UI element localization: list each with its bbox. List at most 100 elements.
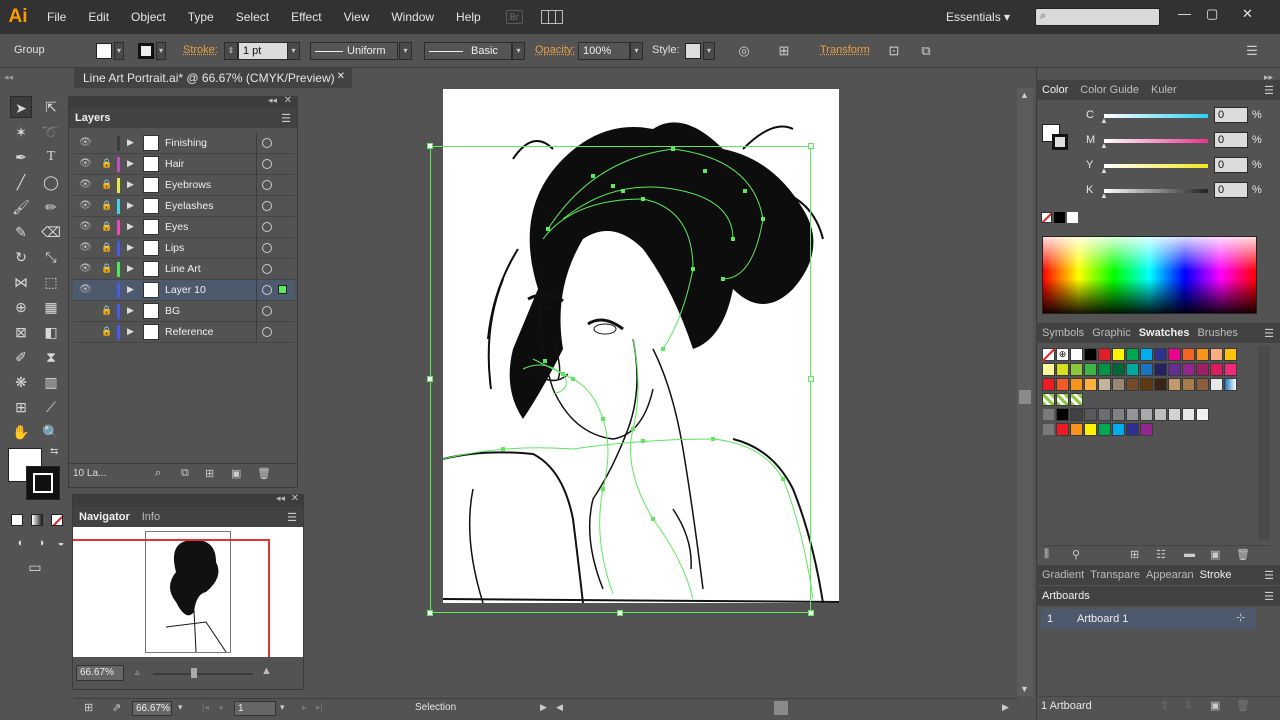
menu-effect[interactable]: Effect [280,0,332,34]
locate-object-icon[interactable]: ⌕ [155,467,161,480]
swatch-options-icon[interactable]: ⊞ [1130,548,1139,561]
pencil-tool-icon[interactable]: ✏ [40,196,62,218]
swatch[interactable] [1041,348,1056,362]
layer-row[interactable]: 👁 ▶ Finishing [73,133,295,154]
stroke-menu-icon[interactable]: ☰ [1264,569,1274,582]
tab-swatches[interactable]: Swatches [1139,327,1190,339]
swatch[interactable] [1098,363,1111,376]
lock-icon[interactable]: 🔒 [101,200,112,212]
stroke-stepper[interactable]: ⇕ [224,42,238,60]
variable-width-profile[interactable]: Uniform [310,42,398,60]
move-up-icon[interactable]: ⇧ [1160,699,1169,712]
swatch[interactable] [1182,363,1195,376]
new-layer-icon[interactable]: ▣ [231,467,241,480]
close-panel-icon[interactable]: ✕ [284,95,292,106]
artboard-options-icon[interactable]: ⊹ [1236,611,1245,624]
swatch-list-icon[interactable]: ☷ [1156,548,1166,561]
artboards-menu-icon[interactable]: ☰ [1264,590,1274,603]
channel-slider[interactable] [1104,189,1208,193]
slice-tool-icon[interactable]: ⟋ [40,396,62,418]
tab-color-guide[interactable]: Color Guide [1080,84,1139,96]
scroll-right-icon[interactable]: ▶ [1002,702,1009,713]
style-dropdown[interactable]: ▾ [703,42,715,60]
swatch[interactable] [1084,423,1097,436]
lock-icon[interactable]: 🔒 [101,221,112,233]
vertical-scrollbar[interactable]: ▲ ▼ [1017,88,1033,696]
expand-arrow-icon[interactable]: ▶ [127,200,134,211]
stroke-weight-dropdown[interactable]: ▾ [287,42,300,60]
lock-icon[interactable]: 🔒 [101,326,112,338]
rotate-tool-icon[interactable]: ↻ [10,246,32,268]
next-artboard-icon[interactable]: ▸ [302,702,307,713]
fill-dropdown-icon[interactable]: ▾ [114,42,124,60]
swatch[interactable] [1140,408,1153,421]
fill-swatch[interactable] [96,43,112,59]
panel-menu-icon[interactable]: ☰ [1244,43,1260,59]
swatch[interactable] [1070,378,1083,391]
export-icon[interactable]: ⇗ [112,701,121,714]
arrange-documents-icon[interactable] [540,10,563,24]
tab-appearance[interactable]: Appearan [1146,569,1194,581]
swatch[interactable] [1112,348,1125,361]
color-menu-icon[interactable]: ☰ [1264,84,1274,97]
swatch[interactable] [1084,363,1097,376]
swatch[interactable] [1112,408,1125,421]
swatch[interactable] [1126,378,1139,391]
swatch[interactable] [1070,423,1083,436]
hand-tool-icon[interactable]: ✋ [10,421,32,443]
bounding-handle[interactable] [808,143,814,149]
zoom-in-icon[interactable]: ▲ [261,665,272,677]
tab-kuler[interactable]: Kuler [1151,84,1177,96]
stroke-color-box[interactable] [26,466,60,500]
transform-link[interactable]: Transform [820,44,870,56]
channel-slider[interactable] [1104,114,1208,118]
stroke-swatch[interactable] [138,43,154,59]
first-artboard-icon[interactable]: |◂ [202,702,209,713]
collapse-navigator-icon[interactable]: ◂◂ [276,493,285,504]
magic-wand-tool-icon[interactable]: ✶ [10,121,32,143]
swatch[interactable] [1056,408,1069,421]
opacity-input[interactable]: 100% [578,42,630,60]
direct-selection-tool-icon[interactable]: ⇱ [40,96,62,118]
swatch[interactable] [1196,378,1209,391]
swatch[interactable] [1084,408,1097,421]
profile-dropdown[interactable]: ▾ [399,42,412,60]
swatch[interactable] [1154,363,1167,376]
close-document-button[interactable]: ✕ [337,71,345,82]
expand-arrow-icon[interactable]: ▶ [127,242,134,253]
visibility-eye-icon[interactable]: 👁 [79,158,92,170]
swatch[interactable] [1126,363,1139,376]
swatch[interactable] [1056,393,1069,406]
artboard-row[interactable]: 1 Artboard 1 ⊹ [1041,609,1256,629]
delete-artboard-icon[interactable]: 🗑 [1236,699,1250,712]
swatch[interactable] [1098,408,1111,421]
swatch[interactable] [1112,423,1125,436]
layer-row[interactable]: 🔒 ▶ BG [73,301,295,322]
navigator-menu-icon[interactable]: ☰ [287,511,297,524]
swap-colors-icon[interactable]: ⇆ [50,446,58,457]
blend-tool-icon[interactable]: ⧗ [40,346,62,368]
pen-tool-icon[interactable]: ✒ [10,146,32,168]
target-circle-icon[interactable] [262,243,272,253]
swatch[interactable] [1126,408,1139,421]
swatch[interactable] [1154,348,1167,361]
expand-arrow-icon[interactable]: ▶ [127,305,134,316]
status-icon[interactable]: ⊞ [84,701,93,714]
bounding-handle[interactable] [808,376,814,382]
slider-thumb-icon[interactable]: ▲ [1100,191,1108,200]
shape-builder-tool-icon[interactable]: ⊕ [10,296,32,318]
slider-thumb-icon[interactable]: ▲ [1100,141,1108,150]
lock-icon[interactable]: 🔒 [101,263,112,275]
minimize-button[interactable]: — [1178,6,1191,21]
swatch[interactable] [1070,393,1083,406]
document-tab[interactable]: Line Art Portrait.ai* @ 66.67% (CMYK/Pre… [74,68,352,88]
layer-row[interactable]: 👁 🔒 ▶ Eyes [73,217,295,238]
navigator-zoom-slider[interactable] [153,673,253,675]
expand-arrow-icon[interactable]: ▶ [127,158,134,169]
swatch[interactable] [1210,378,1223,391]
brush-dropdown[interactable]: ▾ [512,42,525,60]
lasso-tool-icon[interactable]: ➰ [40,121,62,143]
ellipse-tool-icon[interactable]: ◯ [40,171,62,193]
zoom-dropdown-icon[interactable]: ▾ [178,702,183,713]
target-circle-icon[interactable] [262,285,272,295]
